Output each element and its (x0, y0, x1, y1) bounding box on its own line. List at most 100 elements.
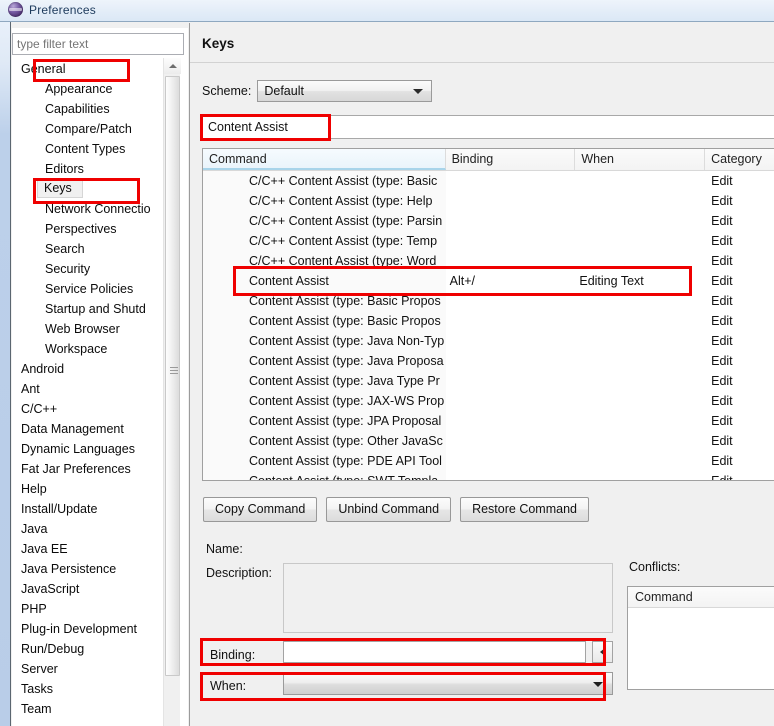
conflicts-column-header-command[interactable]: Command (628, 587, 774, 608)
cell-category: Edit (705, 431, 774, 451)
sidebar-item-capabilities[interactable]: Capabilities (13, 99, 165, 119)
cell-category: Edit (705, 451, 774, 471)
cell-when (575, 291, 705, 311)
table-row[interactable]: Content Assist (type: JAX-WS PropEdit (203, 391, 774, 411)
cell-command: C/C++ Content Assist (type: Basic (203, 171, 446, 191)
sidebar-item-data-management[interactable]: Data Management (13, 419, 165, 439)
cell-category: Edit (705, 391, 774, 411)
tree-filter-input[interactable] (12, 33, 184, 55)
scheme-select[interactable]: Default (257, 80, 432, 102)
cell-binding (446, 351, 576, 371)
cell-command: Content Assist (type: Java Type Pr (203, 371, 446, 391)
table-row[interactable]: Content Assist (type: Java Non-TypEdit (203, 331, 774, 351)
sidebar-item-general[interactable]: General (13, 59, 165, 79)
column-header-category[interactable]: Category (705, 149, 774, 170)
sidebar-item-network-connectio[interactable]: Network Connectio (13, 199, 165, 219)
sidebar-item-php[interactable]: PHP (13, 599, 165, 619)
table-row[interactable]: Content Assist (type: PDE API Tool Edit (203, 451, 774, 471)
sidebar-item-plug-in-development[interactable]: Plug-in Development (13, 619, 165, 639)
preferences-dialog: Preferences GeneralAppearanceCapabilitie… (0, 0, 774, 726)
sidebar-item-java[interactable]: Java (13, 519, 165, 539)
table-row[interactable]: C/C++ Content Assist (type: HelpEdit (203, 191, 774, 211)
cell-binding: Alt+/ (446, 271, 576, 291)
column-header-command[interactable]: Command (203, 149, 446, 170)
table-row[interactable]: C/C++ Content Assist (type: WordEdit (203, 251, 774, 271)
sidebar-item-java-persistence[interactable]: Java Persistence (13, 559, 165, 579)
table-row[interactable]: Content Assist (type: JPA ProposalEdit (203, 411, 774, 431)
table-row[interactable]: C/C++ Content Assist (type: Basic Edit (203, 171, 774, 191)
description-textarea[interactable] (283, 563, 613, 633)
sidebar-item-appearance[interactable]: Appearance (13, 79, 165, 99)
sidebar-item-startup-and-shutd[interactable]: Startup and Shutd (13, 299, 165, 319)
scheme-value: Default (258, 84, 304, 98)
scheme-row: Scheme: Default (202, 80, 432, 102)
cell-when (575, 371, 705, 391)
cell-command: C/C++ Content Assist (type: Word (203, 251, 446, 271)
table-row[interactable]: Content Assist (type: Java Type PrEdit (203, 371, 774, 391)
conflicts-label: Conflicts: (629, 560, 680, 574)
sidebar-item-team[interactable]: Team (13, 699, 165, 719)
table-row[interactable]: Content AssistAlt+/Editing TextEdit (203, 271, 774, 291)
preferences-tree[interactable]: GeneralAppearanceCapabilitiesCompare/Pat… (12, 58, 184, 726)
cell-when (575, 351, 705, 371)
sidebar-item-tasks[interactable]: Tasks (13, 679, 165, 699)
cell-binding (446, 391, 576, 411)
sidebar-item-ant[interactable]: Ant (13, 379, 165, 399)
table-row[interactable]: Content Assist (type: SWT TemplaEdit (203, 471, 774, 481)
conflicts-table[interactable]: Command (627, 586, 774, 690)
cell-category: Edit (705, 271, 774, 291)
when-select[interactable] (283, 672, 613, 695)
table-body: C/C++ Content Assist (type: BasicEditC/C… (203, 171, 774, 481)
tree-scrollbar[interactable] (163, 58, 180, 726)
table-row[interactable]: C/C++ Content Assist (type: ParsinEdit (203, 211, 774, 231)
sidebar-item-keys[interactable]: Keys (37, 179, 83, 198)
sidebar-item-service-policies[interactable]: Service Policies (13, 279, 165, 299)
table-row[interactable]: Content Assist (type: Java ProposaEdit (203, 351, 774, 371)
cell-binding (446, 251, 576, 271)
chevron-down-icon (593, 682, 603, 687)
table-row[interactable]: C/C++ Content Assist (type: TempEdit (203, 231, 774, 251)
sidebar-item-dynamic-languages[interactable]: Dynamic Languages (13, 439, 165, 459)
cell-binding (446, 311, 576, 331)
keys-table[interactable]: Command Binding When Category C/C++ Cont… (202, 148, 774, 481)
sidebar-item-workspace[interactable]: Workspace (13, 339, 165, 359)
sidebar-item-android[interactable]: Android (13, 359, 165, 379)
tree-scrollbar-thumb[interactable] (165, 76, 180, 676)
sidebar-item-editors[interactable]: Editors (13, 159, 165, 179)
copy-command-button[interactable]: Copy Command (203, 497, 317, 522)
cell-category: Edit (705, 171, 774, 191)
sidebar-item-run-debug[interactable]: Run/Debug (13, 639, 165, 659)
scroll-up-arrow-icon[interactable] (164, 58, 181, 74)
sidebar-item-web-browser[interactable]: Web Browser (13, 319, 165, 339)
description-label: Description: (206, 566, 272, 580)
cell-category: Edit (705, 311, 774, 331)
column-header-binding[interactable]: Binding (446, 149, 576, 170)
sidebar-item-fat-jar-preferences[interactable]: Fat Jar Preferences (13, 459, 165, 479)
cell-command: C/C++ Content Assist (type: Help (203, 191, 446, 211)
sidebar-item-search[interactable]: Search (13, 239, 165, 259)
table-row[interactable]: Content Assist (type: Basic ProposEdit (203, 311, 774, 331)
binding-label: Binding: (210, 648, 255, 662)
sidebar-item-server[interactable]: Server (13, 659, 165, 679)
sidebar-item-help[interactable]: Help (13, 479, 165, 499)
cell-command: Content Assist (type: Basic Propos (203, 291, 446, 311)
sidebar-item-security[interactable]: Security (13, 259, 165, 279)
sidebar-item-install-update[interactable]: Install/Update (13, 499, 165, 519)
cell-when (575, 331, 705, 351)
command-filter-input[interactable] (202, 115, 774, 139)
unbind-command-button[interactable]: Unbind Command (326, 497, 451, 522)
cell-command: Content Assist (type: PDE API Tool (203, 451, 446, 471)
sidebar-item-javascript[interactable]: JavaScript (13, 579, 165, 599)
sidebar-item-java-ee[interactable]: Java EE (13, 539, 165, 559)
column-header-when[interactable]: When (575, 149, 705, 170)
table-row[interactable]: Content Assist (type: Other JavaScEdit (203, 431, 774, 451)
restore-command-button[interactable]: Restore Command (460, 497, 589, 522)
sidebar-item-perspectives[interactable]: Perspectives (13, 219, 165, 239)
binding-backspace-button[interactable] (592, 641, 613, 663)
table-row[interactable]: Content Assist (type: Basic ProposEdit (203, 291, 774, 311)
sidebar-item-c-c[interactable]: C/C++ (13, 399, 165, 419)
sidebar-item-content-types[interactable]: Content Types (13, 139, 165, 159)
sidebar-item-compare-patch[interactable]: Compare/Patch (13, 119, 165, 139)
binding-input[interactable] (283, 641, 586, 663)
page-title: Keys (202, 36, 234, 51)
